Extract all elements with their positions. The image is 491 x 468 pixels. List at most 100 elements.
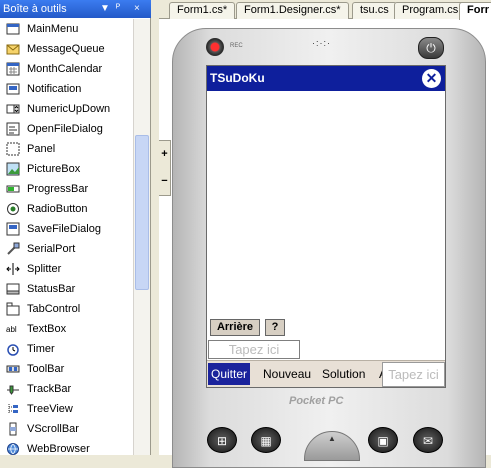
toolbox-item-label: TabControl (27, 303, 81, 315)
toolbox-expand-buttons: + − (159, 140, 171, 196)
toolbox-item-label: Panel (27, 143, 56, 155)
toolbox-item-label: TextBox (27, 323, 67, 335)
toolbox-item[interactable]: Panel (0, 139, 133, 159)
toolbox-item[interactable]: SaveFileDialog (0, 219, 133, 239)
toolbox-item[interactable]: TrackBar (0, 379, 133, 399)
tab-program-cs[interactable]: Program.cs (394, 2, 467, 19)
toolbox-item-label: MainMenu (27, 23, 79, 35)
dpad-up-icon[interactable]: ▲ (305, 432, 359, 446)
calendar-hardware-icon[interactable]: ▦ (251, 427, 281, 453)
numeric-updown-icon (6, 104, 20, 114)
serial-port-icon (7, 242, 20, 255)
form-title-bar: TSuDoKu ✕ (207, 66, 445, 91)
toolbox-item-label: MonthCalendar (27, 63, 103, 75)
toolbox-item[interactable]: WebBrowser (0, 439, 133, 455)
toolbox-item[interactable]: OpenFileDialog (0, 119, 133, 139)
toolbox-item-label: NumericUpDown (27, 103, 111, 115)
back-button[interactable]: Arrière (210, 319, 260, 336)
toolbox-item-label: RadioButton (27, 203, 88, 215)
month-calendar-icon (6, 62, 20, 76)
toolbox-item-label: SaveFileDialog (27, 223, 101, 235)
mail-hardware-icon[interactable]: ✉ (413, 427, 443, 453)
timer-icon (7, 344, 19, 356)
tab-control-icon (6, 302, 20, 316)
toolbox-item[interactable]: TreeView (0, 399, 133, 419)
toolbox-item-label: StatusBar (27, 283, 76, 295)
toolbox-item[interactable]: VScrollBar (0, 419, 133, 439)
picture-box-icon (6, 162, 20, 176)
progress-bar-icon (6, 185, 20, 193)
main-menu-icon (6, 23, 20, 35)
toolbox-item[interactable]: RadioButton (0, 199, 133, 219)
panel-splitter[interactable] (151, 0, 159, 455)
device-screen: TSuDoKu ✕ Arrière ? Tapez ici Quitter No… (206, 65, 446, 388)
toolbox-item[interactable]: NumericUpDown (0, 99, 133, 119)
toolbox-item[interactable]: ToolBar (0, 359, 133, 379)
hardware-buttons: ⊞ ▦ ▲ ▣ ✉ (173, 419, 487, 461)
panel-icon (6, 142, 20, 156)
toolbox-item-label: PictureBox (27, 163, 81, 175)
menu-item-new[interactable]: Nouveau (260, 363, 314, 385)
toolbox-scrollbar[interactable] (133, 19, 150, 455)
toolbox-item[interactable]: abl TextBox (0, 319, 133, 339)
toolbox-item[interactable]: SerialPort (0, 239, 133, 259)
toolbox-panel: Boîte à outils ▼ ᴾ × MainMenu MessageQue… (0, 0, 151, 455)
toolbar-icon (6, 365, 20, 373)
dropdown-arrow-icon[interactable]: ▼ (100, 0, 110, 18)
contacts-hardware-icon[interactable]: ▣ (368, 427, 398, 453)
save-file-dialog-icon (6, 222, 20, 236)
toolbox-item-label: Timer (27, 343, 55, 355)
tab-tsu-cs[interactable]: tsu.cs (352, 2, 397, 19)
splitter-icon (6, 263, 20, 275)
toolbox-item-label: Splitter (27, 263, 62, 275)
dpad-control[interactable]: ▲ (304, 431, 360, 461)
collapse-minus-button[interactable]: − (159, 168, 170, 195)
start-hardware-icon[interactable]: ⊞ (207, 427, 237, 453)
toolbox-item-label: Notification (27, 83, 82, 95)
toolbox-item[interactable]: Splitter (0, 259, 133, 279)
vscrollbar-icon (9, 422, 17, 436)
toolbox-title: Boîte à outils (3, 3, 67, 15)
toolbox-item[interactable]: ProgressBar (0, 179, 133, 199)
form-title: TSuDoKu (210, 71, 265, 85)
type-here-input[interactable]: Tapez ici (208, 340, 300, 359)
expand-plus-button[interactable]: + (159, 141, 170, 168)
toolbox-item[interactable]: StatusBar (0, 279, 133, 299)
toolbox-item[interactable]: PictureBox (0, 159, 133, 179)
menu-type-here-input[interactable]: Tapez ici (382, 362, 445, 387)
record-button[interactable] (206, 38, 224, 56)
toolbox-item-label: OpenFileDialog (27, 123, 103, 135)
document-tabs: Form1.cs* Form1.Designer.cs* tsu.cs Prog… (159, 0, 491, 20)
menu-item-solution[interactable]: Solution (319, 363, 368, 385)
toolbox-item[interactable]: MainMenu (0, 19, 133, 39)
toolbox-item[interactable]: Timer (0, 339, 133, 359)
close-icon[interactable]: × (134, 0, 140, 18)
svg-text:abl: abl (6, 325, 17, 334)
track-bar-icon (7, 385, 19, 395)
toolbox-item-label: MessageQueue (27, 43, 105, 55)
scrollbar-thumb[interactable] (135, 135, 149, 290)
tab-form-active[interactable]: Forr (459, 2, 491, 20)
help-button[interactable]: ? (265, 319, 285, 336)
toolbox-list: MainMenu MessageQueue MonthCalendar Noti… (0, 19, 133, 455)
notification-icon (6, 83, 20, 95)
pocket-pc-logo: Pocket PC (289, 395, 344, 407)
menu-item-quit[interactable]: Quitter (208, 363, 251, 385)
toolbox-item[interactable]: Notification (0, 79, 133, 99)
toolbox-item-label: TreeView (27, 403, 73, 415)
tree-view-icon (8, 404, 18, 414)
message-queue-icon (6, 44, 20, 55)
pin-icon[interactable]: ᴾ (116, 0, 120, 18)
toolbox-item-label: SerialPort (27, 243, 76, 255)
toolbox-item-label: VScrollBar (27, 423, 79, 435)
tab-form1-designer-cs[interactable]: Form1.Designer.cs* (236, 2, 349, 19)
power-button[interactable]: ⏻ (418, 37, 444, 59)
close-icon[interactable]: ✕ (422, 69, 441, 88)
toolbox-item-label: ToolBar (27, 363, 65, 375)
web-browser-icon (7, 443, 19, 455)
record-label: REC (230, 43, 243, 49)
toolbox-item[interactable]: MessageQueue (0, 39, 133, 59)
toolbox-item[interactable]: TabControl (0, 299, 133, 319)
toolbox-item[interactable]: MonthCalendar (0, 59, 133, 79)
tab-form1-cs[interactable]: Form1.cs* (169, 2, 236, 19)
